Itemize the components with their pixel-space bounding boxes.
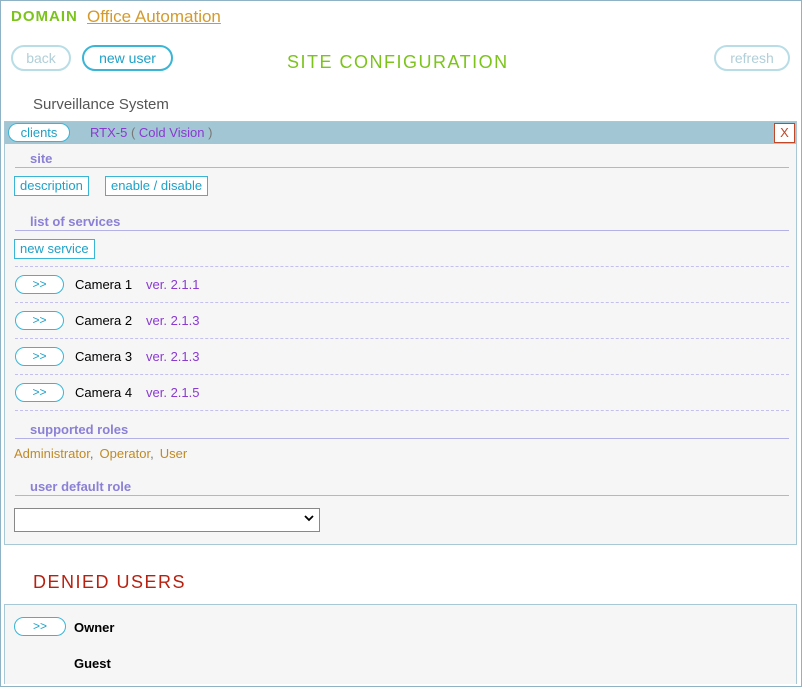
default-role-select[interactable] bbox=[14, 508, 320, 532]
service-open-button[interactable]: >> bbox=[15, 311, 64, 330]
roles-list: Administrator, Operator, User bbox=[14, 446, 187, 461]
service-name: Camera 1 bbox=[75, 277, 133, 292]
role-user[interactable]: User bbox=[160, 446, 187, 461]
description-button[interactable]: description bbox=[14, 176, 89, 196]
new-service-button[interactable]: new service bbox=[14, 239, 95, 259]
new-user-button[interactable]: new user bbox=[82, 45, 173, 71]
enable-disable-button[interactable]: enable / disable bbox=[105, 176, 209, 196]
device-brand: Cold Vision bbox=[138, 125, 205, 140]
service-open-button[interactable]: >> bbox=[15, 347, 64, 366]
service-version: ver. 2.1.3 bbox=[146, 313, 200, 328]
clients-button[interactable]: clients bbox=[8, 123, 70, 142]
service-version: ver. 2.1.1 bbox=[146, 277, 200, 292]
site-heading-label: site bbox=[30, 151, 53, 166]
device-info: RTX-5 ( Cold Vision ) bbox=[90, 125, 212, 140]
back-button[interactable]: back bbox=[11, 45, 71, 71]
service-open-button[interactable]: >> bbox=[15, 383, 64, 402]
domain-label: DOMAIN bbox=[11, 8, 78, 25]
domain-name-link[interactable]: Office Automation bbox=[87, 7, 221, 27]
role-administrator[interactable]: Administrator bbox=[14, 446, 90, 461]
services-heading-label: list of services bbox=[30, 214, 121, 229]
roles-heading-label: supported roles bbox=[30, 422, 129, 437]
denied-user-open-button[interactable]: >> bbox=[14, 617, 66, 636]
services-section-heading: list of services bbox=[15, 214, 789, 231]
denied-users-panel: >> Owner Guest bbox=[4, 604, 797, 684]
service-version: ver. 2.1.3 bbox=[146, 349, 200, 364]
denied-user-owner: Owner bbox=[74, 620, 115, 635]
service-row: >> Camera 2 ver. 2.1.3 bbox=[15, 302, 789, 339]
chevron-down-icon bbox=[304, 515, 314, 522]
refresh-button[interactable]: refresh bbox=[714, 45, 790, 71]
site-panel: clients RTX-5 ( Cold Vision ) X site des… bbox=[4, 121, 797, 545]
device-close-paren: ) bbox=[208, 125, 213, 140]
service-row: >> Camera 3 ver. 2.1.3 bbox=[15, 338, 789, 375]
service-version: ver. 2.1.5 bbox=[146, 385, 200, 400]
service-row: >> Camera 4 ver. 2.1.5 bbox=[15, 374, 789, 411]
close-icon[interactable]: X bbox=[774, 123, 795, 143]
role-separator: , bbox=[89, 446, 94, 461]
site-section-heading: site bbox=[15, 151, 789, 168]
denied-users-title: DENIED USERS bbox=[33, 572, 187, 592]
device-open-paren: ( bbox=[130, 125, 136, 140]
default-role-heading-label: user default role bbox=[30, 479, 132, 494]
service-name: Camera 3 bbox=[75, 349, 133, 364]
device-model: RTX-5 bbox=[90, 125, 128, 140]
service-name: Camera 4 bbox=[75, 385, 133, 400]
service-open-button[interactable]: >> bbox=[15, 275, 64, 294]
roles-section-heading: supported roles bbox=[15, 422, 789, 439]
default-role-section-heading: user default role bbox=[15, 479, 789, 496]
panel-header-bar: clients RTX-5 ( Cold Vision ) X bbox=[5, 122, 796, 144]
services-divider bbox=[15, 410, 789, 411]
denied-user-guest: Guest bbox=[74, 656, 111, 671]
service-name: Camera 2 bbox=[75, 313, 133, 328]
service-row: >> Camera 1 ver. 2.1.1 bbox=[15, 266, 789, 303]
role-operator[interactable]: Operator bbox=[100, 446, 151, 461]
system-name: Surveillance System bbox=[33, 96, 169, 113]
page-title: SITE CONFIGURATION bbox=[287, 52, 509, 72]
role-separator: , bbox=[150, 446, 154, 461]
